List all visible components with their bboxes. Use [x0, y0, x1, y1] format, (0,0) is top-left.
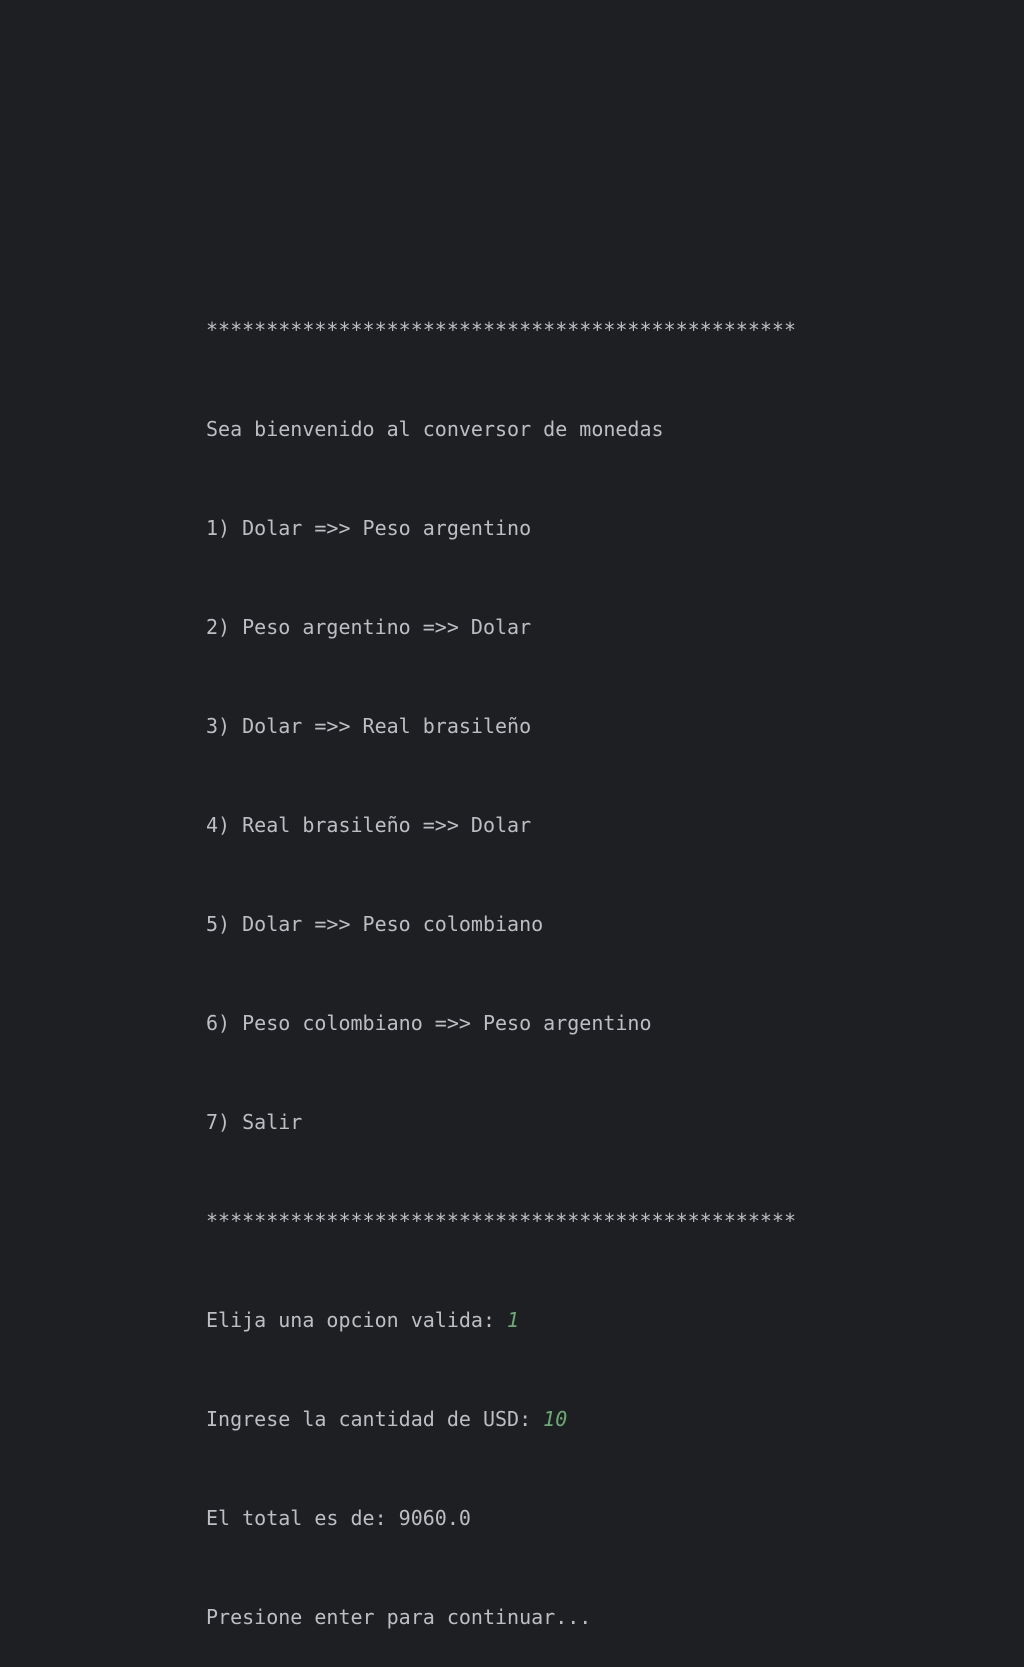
console-output[interactable]: ****************************************…	[206, 248, 986, 1667]
menu-option-3: 3) Dolar =>> Real brasileño	[206, 714, 532, 738]
menu-option-1: 1) Dolar =>> Peso argentino	[206, 516, 532, 540]
result-line: El total es de: 9060.0	[206, 1506, 471, 1530]
option-input-echo: 1	[507, 1308, 520, 1332]
menu-option-4: 4) Real brasileño =>> Dolar	[206, 813, 532, 837]
separator-top: ****************************************…	[206, 318, 797, 342]
menu-option-7: 7) Salir	[206, 1110, 303, 1134]
option-prompt: Elija una opcion valida:	[206, 1308, 508, 1332]
separator-bottom: ****************************************…	[206, 1209, 797, 1233]
amount-input-echo: 10	[543, 1407, 568, 1431]
welcome-message: Sea bienvenido al conversor de monedas	[206, 417, 664, 441]
amount-prompt-line: Ingrese la cantidad de USD: 10	[206, 1403, 986, 1436]
continue-prompt: Presione enter para continuar...	[206, 1605, 592, 1629]
option-prompt-line: Elija una opcion valida: 1	[206, 1304, 986, 1337]
menu-option-2: 2) Peso argentino =>> Dolar	[206, 615, 532, 639]
amount-prompt: Ingrese la cantidad de USD:	[206, 1407, 544, 1431]
menu-option-5: 5) Dolar =>> Peso colombiano	[206, 912, 544, 936]
